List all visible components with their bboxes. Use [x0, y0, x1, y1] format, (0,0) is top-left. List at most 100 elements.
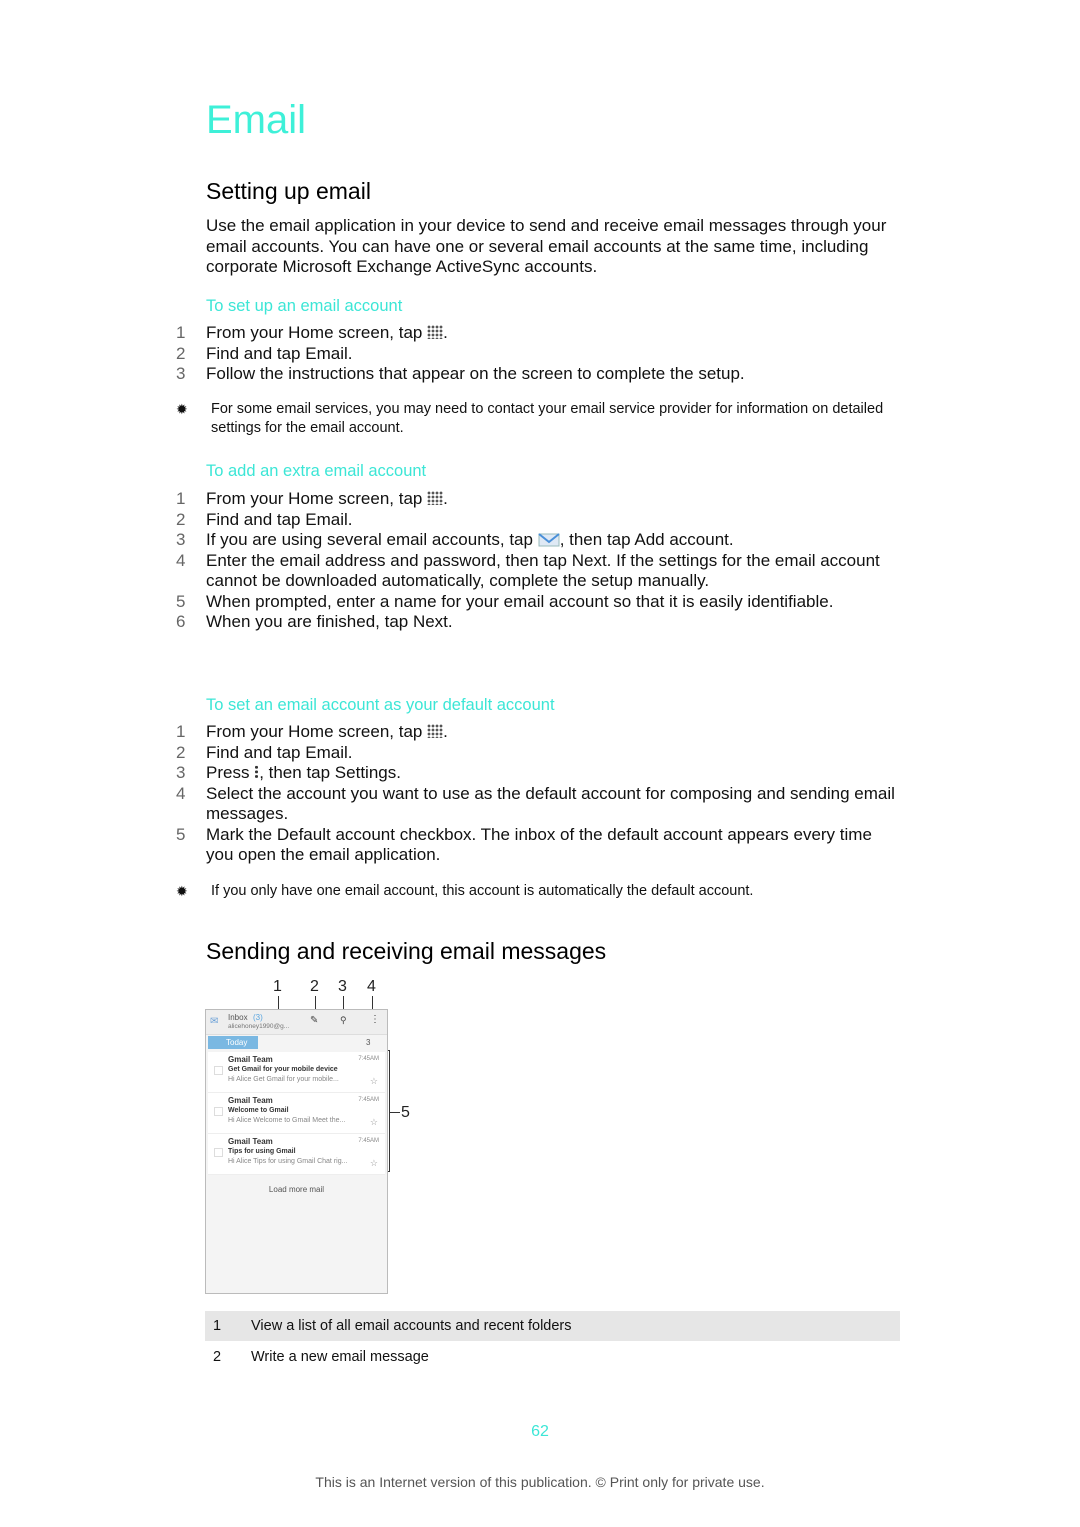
mail-list-item: Gmail Team 7:45AM Welcome to Gmail Hi Alice… [208, 1093, 385, 1134]
mail-sender: Gmail Team [228, 1137, 273, 1146]
procedure-step: 1 From your Home screen, tap . [176, 722, 896, 743]
step-text: Find and tap Email. [206, 343, 353, 363]
apps-grid-icon [427, 724, 444, 738]
step-text: From your Home screen, tap . [206, 489, 448, 508]
callout-5: 5 [401, 1104, 410, 1121]
mail-preview: Hi Alice Get Gmail for your mobile... [228, 1076, 339, 1083]
checkbox-icon [214, 1066, 223, 1075]
step-number: 3 [176, 763, 186, 782]
mail-sender: Gmail Team [228, 1096, 273, 1105]
star-icon: ☆ [369, 1117, 378, 1127]
search-icon: ⚲ [340, 1015, 347, 1025]
star-icon: ☆ [369, 1076, 378, 1086]
procedure-steps-default-account: 1 From your Home screen, tap . 2 Find and t… [176, 722, 896, 866]
step-text: Press , then tap Settings. [206, 763, 401, 782]
step-text: If you are using several email accounts,… [206, 530, 734, 549]
step-text: Select the account you want to use as th… [206, 783, 895, 824]
mail-preview: Hi Alice Welcome to Gmail Meet the... [228, 1117, 346, 1124]
mail-time: 7:45AM [358, 1138, 379, 1144]
step-text: From your Home screen, tap . [206, 722, 448, 741]
apps-grid-icon [427, 325, 444, 339]
step-number: 1 [176, 489, 186, 508]
lightbulb-icon: ✹ [176, 883, 188, 899]
step-number: 5 [176, 824, 186, 844]
step-number: 1 [176, 323, 186, 342]
mail-subject: Get Gmail for your mobile device [228, 1066, 338, 1073]
mail-list-item: Gmail Team 7:45AM Tips for using Gmail Hi A… [208, 1134, 385, 1175]
step-number: 3 [176, 364, 186, 383]
mail-sender: Gmail Team [228, 1055, 273, 1064]
step-text: Find and tap Email. [206, 509, 353, 529]
tip-note: ✹ For some email services, you may need … [176, 400, 896, 438]
app-toolbar: ✉ Inbox (3) alicehoney1990@g... ✎ ⚲ ⋮ [206, 1010, 387, 1035]
section-heading-setting-up: Setting up email [206, 178, 371, 204]
step-text: From your Home screen, tap . [206, 323, 448, 342]
today-count: 3 [366, 1038, 371, 1047]
tip-text: If you only have one email account, this… [211, 883, 754, 899]
procedure-step: 1 From your Home screen, tap . [176, 323, 896, 344]
tip-note: ✹ If you only have one email account, th… [176, 882, 896, 901]
procedure-step: 2 Find and tap Email. [176, 743, 896, 764]
procedure-steps-setup: 1 From your Home screen, tap . 2 Find and t… [176, 323, 896, 385]
step-number: 2 [176, 509, 186, 529]
callout-3: 3 [338, 978, 347, 995]
legend-row: 2 Write a new email message [213, 1349, 429, 1365]
procedure-step: 4 Select the account you want to use as t… [176, 784, 896, 825]
procedure-step: 3 Press , then tap Settings. [176, 763, 896, 784]
procedure-step: 2 Find and tap Email. [176, 344, 896, 365]
procedure-step: 2 Find and tap Email. [176, 510, 896, 531]
tip-text: For some email services, you may need to… [211, 401, 884, 436]
callout-2: 2 [310, 978, 319, 995]
step-number: 1 [176, 722, 186, 741]
apps-grid-icon [427, 491, 444, 505]
step-number: 4 [176, 550, 186, 570]
mail-list-item: Gmail Team 7:45AM Get Gmail for your mobil… [208, 1052, 385, 1093]
mail-time: 7:45AM [358, 1056, 379, 1062]
procedure-step: 3 If you are using several email accounts… [176, 530, 896, 551]
step-number: 3 [176, 530, 186, 549]
account-email: alicehoney1990@g... [228, 1023, 290, 1030]
email-app-screenshot: ✉ Inbox (3) alicehoney1990@g... ✎ ⚲ ⋮ To… [205, 1009, 388, 1294]
procedure-step: 1 From your Home screen, tap . [176, 489, 896, 510]
star-icon: ☆ [369, 1158, 378, 1168]
intro-paragraph: Use the email application in your device… [206, 216, 887, 276]
step-number: 4 [176, 783, 186, 803]
step-number: 5 [176, 591, 186, 611]
callout-4: 4 [367, 978, 376, 995]
procedure-steps-add-account: 1 From your Home screen, tap . 2 Find and t… [176, 489, 896, 633]
inbox-label: Inbox [228, 1013, 248, 1022]
lightbulb-icon: ✹ [176, 401, 188, 417]
load-more-button: Load more mail [268, 1185, 325, 1194]
inbox-count: (3) [253, 1013, 263, 1022]
step-text: Mark the Default account checkbox. The i… [206, 824, 872, 865]
step-number: 2 [176, 343, 186, 363]
today-header: Today [208, 1036, 258, 1049]
step-text: When you are finished, tap Next. [206, 612, 453, 631]
step-number: 6 [176, 612, 186, 631]
step-text: Follow the instructions that appear on t… [206, 364, 745, 383]
step-text: Enter the email address and password, th… [206, 550, 880, 591]
compose-icon: ✎ [310, 1015, 319, 1026]
page-title: Email [206, 98, 307, 142]
step-text: When prompted, enter a name for your ema… [206, 591, 834, 611]
procedure-heading-add-account: To add an extra email account [206, 462, 427, 480]
step-number: 2 [176, 742, 186, 762]
procedure-step: 4 Enter the email address and password, t… [176, 551, 896, 592]
procedure-heading-default-account: To set an email account as your default … [206, 696, 555, 714]
procedure-step: 3 Follow the instructions that appear on … [176, 364, 896, 385]
footer-notice: This is an Internet version of this publ… [315, 1474, 765, 1490]
section-heading-sending: Sending and receiving email messages [206, 938, 607, 964]
mail-subject: Welcome to Gmail [228, 1107, 289, 1114]
envelope-icon: ✉ [210, 1016, 219, 1027]
mail-time: 7:45AM [358, 1097, 379, 1103]
overflow-menu-icon: ⋮ [370, 1014, 380, 1025]
envelope-icon [538, 533, 560, 547]
mail-preview: Hi Alice Tips for using Gmail Chat rig..… [228, 1158, 348, 1165]
legend-row: 1 View a list of all email accounts and … [205, 1311, 900, 1341]
procedure-heading-setup: To set up an email account [206, 297, 403, 315]
page-number: 62 [531, 1423, 549, 1440]
procedure-step: 5 Mark the Default account checkbox. The … [176, 825, 896, 866]
step-text: Find and tap Email. [206, 742, 353, 762]
checkbox-icon [214, 1107, 223, 1116]
procedure-step: 5 When prompted, enter a name for your em… [176, 592, 896, 613]
